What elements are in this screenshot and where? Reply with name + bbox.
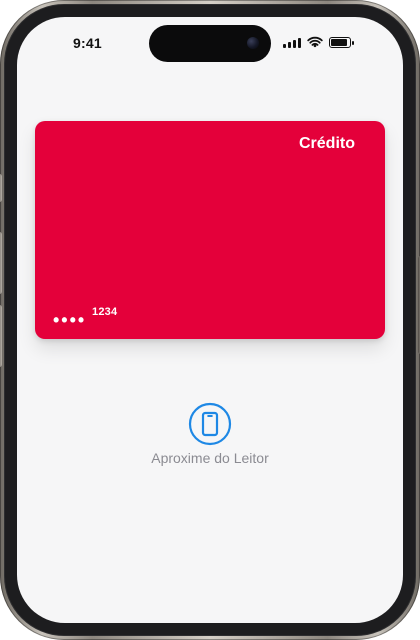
dynamic-island [149, 25, 271, 62]
status-time: 9:41 [73, 35, 102, 51]
card-last4: 1234 [92, 306, 118, 318]
wifi-icon [307, 36, 323, 48]
tap-to-pay-prompt: Aproxime do Leitor [17, 402, 403, 466]
status-bar: 9:41 [17, 17, 403, 77]
phone-frame: 9:41 Crédito •••• 1234 Aproxime do Leito… [0, 0, 420, 640]
reader-instruction: Aproxime do Leitor [151, 450, 269, 466]
battery-icon [329, 36, 354, 48]
card-masked-dots: •••• [53, 310, 87, 330]
volume-up-button [0, 232, 2, 294]
screen: 9:41 Crédito •••• 1234 Aproxime do Leito… [17, 17, 403, 623]
signal-icon [283, 37, 301, 48]
tap-to-pay-icon [188, 402, 232, 446]
status-icons [283, 36, 354, 48]
front-camera-icon [247, 37, 259, 49]
card-type-label: Crédito [299, 135, 355, 152]
payment-card[interactable]: Crédito •••• 1234 [35, 121, 385, 339]
volume-down-button [0, 305, 2, 367]
side-button [0, 174, 2, 202]
